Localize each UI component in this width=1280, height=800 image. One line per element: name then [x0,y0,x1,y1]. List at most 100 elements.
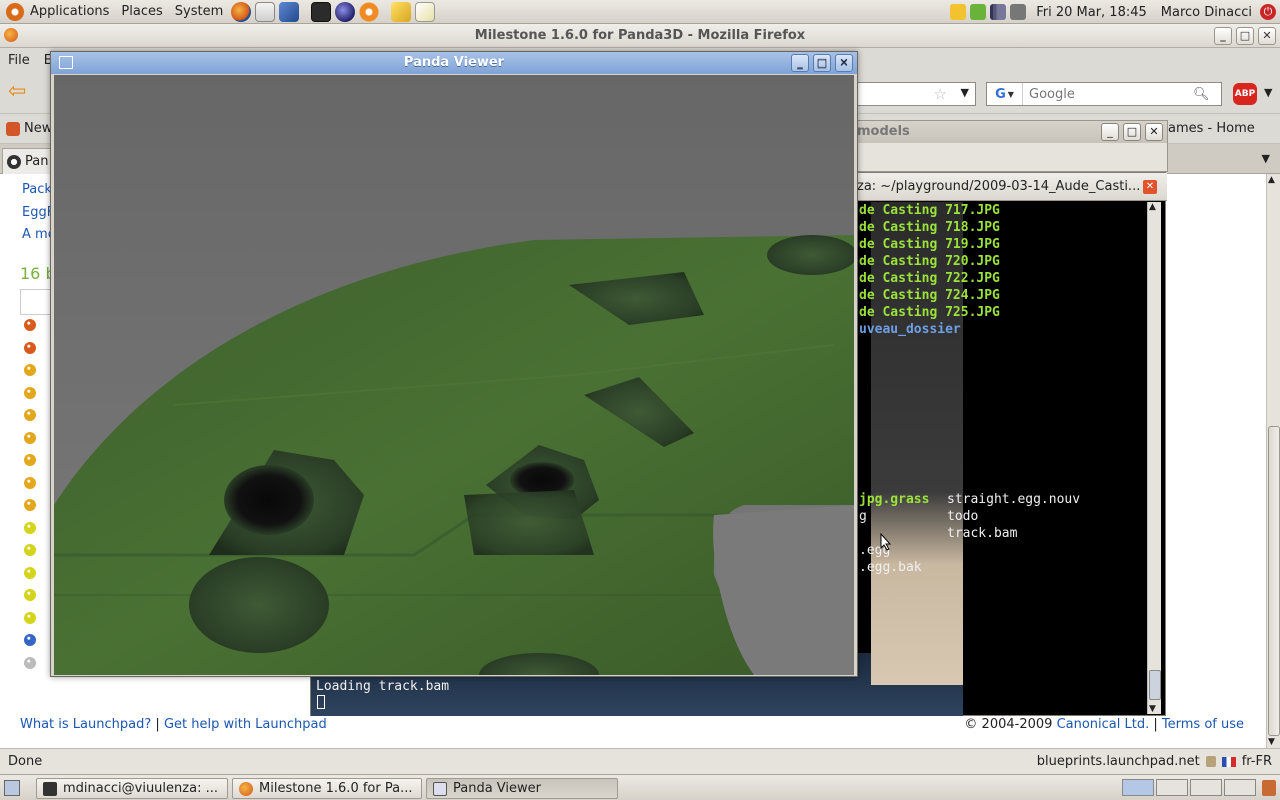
window-icon [59,56,73,69]
bookmark-star-icon[interactable]: ☆ [934,85,947,103]
task-panda-viewer[interactable]: Panda Viewer [426,778,618,799]
menu-file[interactable]: File [8,53,30,68]
bookmark-games-home[interactable]: ames - Home [1168,121,1255,136]
blender-launcher-icon[interactable] [359,1,380,22]
user-name[interactable]: Marco Dinacci [1157,5,1256,20]
panda-close-button[interactable]: ✕ [835,54,853,72]
search-magnifier-icon[interactable]: 🔍︎ [1193,87,1214,102]
bug-status-icon [24,409,36,421]
terminal-ls-col1: .egg.bak [859,560,922,575]
mouse-cursor-icon [880,533,892,551]
close-button[interactable]: ✕ [1258,27,1276,45]
terminal-dir-line: uveau_dossier [859,322,961,337]
terminal-scroll-up-icon[interactable]: ▲ [1149,202,1156,212]
tab-list-dropdown-icon[interactable]: ▼ [1262,152,1270,165]
terminal-launcher-icon[interactable] [311,1,332,22]
system-menu[interactable]: System [169,0,229,24]
top-panel: Applications Places System Fri 20 Mar, 1… [0,0,1280,24]
notes-launcher-icon[interactable] [391,1,412,22]
signal-icon[interactable] [990,4,1007,20]
panda-viewer-window: Panda Viewer _ □ ✕ [50,51,858,677]
show-desktop-icon[interactable] [4,780,20,796]
firefox-launcher-icon[interactable] [231,1,252,22]
battery-icon[interactable] [970,4,987,20]
scroll-down-icon[interactable]: ▼ [1268,737,1275,747]
bug-status-icon [24,611,36,624]
3d-viewport[interactable] [54,75,854,675]
models-maximize-button[interactable]: □ [1123,123,1141,141]
places-menu[interactable]: Places [115,0,168,24]
search-engine-icon[interactable]: G ▼ [987,83,1023,105]
bug-status-icon [24,431,36,444]
terminal-scroll-down-icon[interactable]: ▼ [1149,704,1156,714]
bug-status-icon [24,521,36,534]
terms-link[interactable]: Terms of use [1162,717,1244,732]
panda-viewer-title: Panda Viewer [403,55,505,70]
status-locale[interactable]: fr-FR [1242,754,1272,769]
panda-viewer-titlebar: Panda Viewer _ □ ✕ [51,52,857,74]
blue-app-launcher-icon[interactable] [279,1,300,22]
workspace-4[interactable] [1224,779,1256,796]
firefox-icon [4,28,18,42]
text-editor-launcher-icon[interactable] [415,1,436,22]
canonical-link[interactable]: Canonical Ltd. [1057,717,1150,732]
terminal-ls-col2: track.bam [947,526,1018,541]
bug-status-icon [24,589,36,601]
terminal-close-icon[interactable]: ✕ [1143,180,1157,194]
applications-menu-label: Applications [30,4,110,19]
bug-status-icon [24,476,36,489]
footer-get-help[interactable]: Get help with Launchpad [164,717,327,732]
terminal-ls-col2: todo [947,509,979,524]
search-input[interactable] [1023,86,1193,102]
back-arrow-icon[interactable]: ⇦ [8,81,32,105]
scroll-up-icon[interactable]: ▲ [1268,175,1275,185]
footer-what-is-launchpad[interactable]: What is Launchpad? [20,717,151,732]
lock-icon[interactable] [1205,756,1216,767]
maximize-button[interactable]: □ [1236,27,1254,45]
bug-status-icon [24,499,36,511]
terminal-scroll-thumb[interactable] [1149,670,1161,700]
side-link-pack[interactable]: Pack [22,182,52,197]
minimize-button[interactable]: _ [1214,27,1232,45]
clock[interactable]: Fri 20 Mar, 18:45 [1030,5,1153,20]
url-dropdown-icon[interactable]: ▼ [961,86,969,99]
task-terminal[interactable]: mdinacci@viuulenza: ... [36,778,228,799]
flag-fr-icon [1221,756,1236,767]
panda-maximize-button[interactable]: □ [813,54,831,72]
models-close-button[interactable]: ✕ [1145,123,1163,141]
mail-launcher-icon[interactable] [255,1,276,22]
bookmark-new[interactable]: New [6,121,52,136]
status-host: blueprints.launchpad.net [1036,754,1200,769]
applications-menu[interactable]: Applications [0,0,115,24]
bug-status-icon [24,319,36,331]
hole-1 [224,465,314,535]
adblock-dropdown-icon[interactable]: ▼ [1264,86,1272,99]
terminal-line: de Casting 719.JPG [859,237,1000,252]
adblock-icon[interactable]: ABP [1233,83,1257,105]
volume-icon[interactable] [1010,4,1027,20]
trash-icon[interactable] [1262,780,1276,796]
terminal-line: de Casting 718.JPG [859,220,1000,235]
panda-minimize-button[interactable]: _ [791,54,809,72]
workspace-2[interactable] [1156,779,1188,796]
workspace-3[interactable] [1190,779,1222,796]
terminal-cursor [317,695,325,709]
workspace-1[interactable] [1122,779,1154,796]
status-bar: Done blueprints.launchpad.net fr-FR [0,748,1280,774]
task-firefox[interactable]: Milestone 1.6.0 for Pa... [232,778,422,799]
terminal-line: de Casting 722.JPG [859,271,1000,286]
bookmark-favicon-icon [6,121,20,136]
scroll-thumb[interactable] [1268,426,1280,736]
terminal-scrollbar[interactable]: ▲ ▼ [1147,202,1161,714]
footer-copyright: © 2004-2009 Canonical Ltd. | Terms of us… [964,717,1244,732]
page-scrollbar[interactable]: ▲ ▼ [1266,174,1280,748]
eclipse-launcher-icon[interactable] [335,1,356,22]
search-box[interactable]: G▼ 🔍︎ [986,82,1222,106]
power-icon[interactable]: ⏻ [1260,4,1276,20]
bottom-panel: mdinacci@viuulenza: ... Milestone 1.6.0 … [0,774,1280,800]
3d-scene [54,75,854,675]
bug-status-icon [24,634,36,646]
network-manager-icon[interactable] [950,4,967,20]
models-minimize-button[interactable]: _ [1101,123,1119,141]
terminal-line: de Casting 717.JPG [859,203,1000,218]
